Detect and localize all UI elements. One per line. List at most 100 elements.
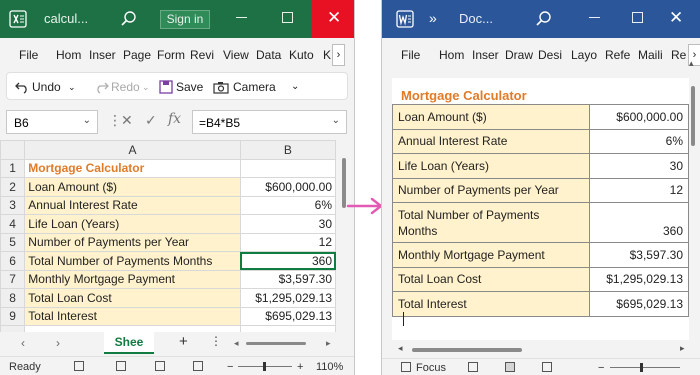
cell-a3[interactable]: Annual Interest Rate xyxy=(24,195,241,215)
sheet-menu-icon[interactable]: ⋮ xyxy=(210,334,222,348)
table-cell-label[interactable]: Number of Payments per Year xyxy=(392,177,590,203)
zoom-level[interactable]: 110% xyxy=(316,361,343,373)
cell-b7[interactable]: $3,597.30 xyxy=(239,269,337,289)
row-header[interactable]: 2 xyxy=(0,177,26,197)
horizontal-scroll-thumb[interactable] xyxy=(246,342,306,345)
insert-function-icon[interactable]: fx xyxy=(168,111,181,127)
row-header[interactable]: 9 xyxy=(0,306,26,326)
tab-insert[interactable]: Inser xyxy=(89,48,116,62)
formula-expand-icon[interactable]: ⌄ xyxy=(332,115,340,126)
scroll-thumb[interactable] xyxy=(691,86,695,146)
name-box-dropdown-icon[interactable]: ⌄ xyxy=(83,115,91,126)
table-cell-value[interactable]: 30 xyxy=(589,153,689,179)
row-header[interactable]: 8 xyxy=(0,288,26,308)
table-cell-label[interactable]: Monthly Mortgage Payment xyxy=(392,242,590,268)
row-header[interactable]: 3 xyxy=(0,195,26,215)
zoom-in-button[interactable]: + xyxy=(297,361,303,373)
page-break-view-icon[interactable] xyxy=(193,361,203,371)
zoom-out-button[interactable]: − xyxy=(227,361,233,373)
tab-file[interactable]: File xyxy=(19,48,38,62)
prev-sheet-icon[interactable]: ‹ xyxy=(21,336,25,350)
maximize-button[interactable] xyxy=(632,12,643,23)
close-icon[interactable]: ✕ xyxy=(669,8,683,28)
name-box[interactable]: B6 ⌄ xyxy=(6,110,98,134)
select-all-corner[interactable] xyxy=(0,140,26,160)
scroll-right-icon[interactable]: ▸ xyxy=(326,338,331,349)
camera-button[interactable]: Camera xyxy=(233,80,276,94)
tab-home[interactable]: Hom xyxy=(439,48,464,62)
print-layout-icon[interactable] xyxy=(505,362,515,372)
undo-dropdown-icon[interactable]: ⌄ xyxy=(68,82,76,93)
tab-data[interactable]: Data xyxy=(256,48,281,62)
minimize-button[interactable] xyxy=(589,17,600,18)
cell-b9[interactable]: $695,029.13 xyxy=(239,306,337,326)
redo-button[interactable]: Redo xyxy=(111,80,140,94)
document-page[interactable]: Mortgage Calculator Loan Amount ($) $600… xyxy=(392,78,689,340)
tab-kutools[interactable]: Kuto xyxy=(289,48,314,62)
table-cell-label[interactable]: Life Loan (Years) xyxy=(392,153,590,179)
tab-k[interactable]: K xyxy=(323,48,331,62)
tab-formulas[interactable]: Form xyxy=(157,48,185,62)
cell-b6-selected[interactable]: 360 xyxy=(239,251,337,271)
row-header[interactable]: 4 xyxy=(0,214,26,234)
table-cell-value[interactable]: 6% xyxy=(589,128,689,154)
row-header[interactable]: 7 xyxy=(0,269,26,289)
tab-review[interactable]: Re xyxy=(671,48,686,62)
scroll-left-icon[interactable]: ◂ xyxy=(234,338,239,349)
cell-a2[interactable]: Loan Amount ($) xyxy=(24,177,241,197)
overflow-chevrons[interactable]: » xyxy=(429,10,437,26)
zoom-slider-knob[interactable] xyxy=(263,362,266,371)
close-button[interactable]: ✕ xyxy=(312,0,354,38)
sheet-tab[interactable]: Shee xyxy=(104,332,154,354)
scroll-right-icon[interactable]: ▸ xyxy=(680,343,685,354)
row-header[interactable]: 1 xyxy=(0,158,26,178)
scroll-up-icon[interactable]: ▴ xyxy=(689,58,694,69)
row-header[interactable]: 6 xyxy=(0,251,26,271)
tab-home[interactable]: Hom xyxy=(56,48,81,62)
cell-b5[interactable]: 12 xyxy=(239,232,337,252)
table-cell-value[interactable]: $1,295,029.13 xyxy=(589,266,689,292)
cell-a4[interactable]: Life Loan (Years) xyxy=(24,214,241,234)
undo-button[interactable]: Undo xyxy=(32,80,61,94)
focus-button[interactable]: Focus xyxy=(416,362,446,374)
row-header[interactable]: 5 xyxy=(0,232,26,252)
cell-b2[interactable]: $600,000.00 xyxy=(239,177,337,197)
tab-layout[interactable]: Layo xyxy=(571,48,597,62)
zoom-slider[interactable] xyxy=(610,367,680,368)
zoom-out-button[interactable]: − xyxy=(598,362,604,374)
tab-review[interactable]: Revi xyxy=(190,48,214,62)
column-header-b[interactable]: B xyxy=(239,140,337,160)
cell-b3[interactable]: 6% xyxy=(239,195,337,215)
accessibility-icon[interactable] xyxy=(74,361,84,371)
cell-a6[interactable]: Total Number of Payments Months xyxy=(24,251,241,271)
tab-view[interactable]: View xyxy=(223,48,249,62)
ribbon-more-chevron-icon[interactable]: › xyxy=(332,44,345,66)
formula-bar[interactable]: =B4*B5 ⌄ xyxy=(192,110,347,134)
table-cell-label[interactable]: Total Number of Payments Months xyxy=(392,202,590,243)
table-cell-value[interactable]: $695,029.13 xyxy=(589,291,689,317)
tab-mailings[interactable]: Maili xyxy=(638,48,663,62)
read-mode-icon[interactable] xyxy=(468,362,478,372)
cell-a9[interactable]: Total Interest xyxy=(24,306,241,326)
word-vertical-scrollbar[interactable]: ▴ xyxy=(688,58,698,340)
tab-page-layout[interactable]: Page xyxy=(123,48,151,62)
maximize-button[interactable] xyxy=(282,12,293,23)
cell-b4[interactable]: 30 xyxy=(239,214,337,234)
table-cell-value[interactable]: 12 xyxy=(589,177,689,203)
redo-dropdown-icon[interactable]: ⌄ xyxy=(142,82,150,93)
table-cell-label[interactable]: Loan Amount ($) xyxy=(392,104,590,130)
table-cell-value[interactable]: $3,597.30 xyxy=(589,242,689,268)
tab-draw[interactable]: Draw xyxy=(505,48,533,62)
cancel-formula-icon[interactable]: ✕ xyxy=(121,112,133,129)
customize-toolbar-icon[interactable]: ⌄ xyxy=(291,81,299,92)
add-sheet-button[interactable]: + xyxy=(179,333,188,350)
web-layout-icon[interactable] xyxy=(542,362,552,372)
table-cell-value[interactable]: $600,000.00 xyxy=(589,104,689,130)
sign-in-button[interactable]: Sign in xyxy=(160,10,210,29)
formula-more-icon[interactable]: ⋮ xyxy=(108,112,122,129)
column-header-a[interactable]: A xyxy=(24,140,241,160)
page-layout-view-icon[interactable] xyxy=(155,361,165,371)
cell-a5[interactable]: Number of Payments per Year xyxy=(24,232,241,252)
scroll-left-icon[interactable]: ◂ xyxy=(398,343,403,354)
table-cell-label[interactable]: Total Interest xyxy=(392,291,590,317)
